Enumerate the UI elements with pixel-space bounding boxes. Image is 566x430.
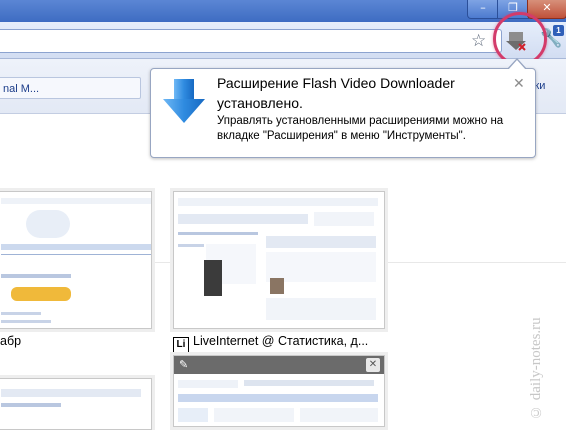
watermark: © daily-notes.ru xyxy=(528,317,544,420)
extension-installed-bubble: Расширение Flash Video Downloader устано… xyxy=(150,58,536,158)
bubble-close-button[interactable]: ✕ xyxy=(513,77,525,91)
bubble-title: Расширение Flash Video Downloader устано… xyxy=(217,75,455,111)
thumbnail-title-text: LiveInternet @ Статистика, д... xyxy=(193,334,369,348)
thumbnail-hover-bar: ✎ ✕ xyxy=(174,356,384,374)
address-bar[interactable]: ☆ xyxy=(0,29,502,53)
most-visited-thumbnail[interactable] xyxy=(0,378,152,430)
most-visited-thumbnail[interactable] xyxy=(173,191,385,329)
minimize-button[interactable]: – xyxy=(467,0,499,19)
thumbnail-title[interactable]: Li LiveInternet @ Статистика, д... xyxy=(173,333,368,353)
pin-icon[interactable]: ✎ xyxy=(179,358,188,371)
bookmark-item[interactable]: nal M... xyxy=(0,77,141,99)
thumbnail-title[interactable]: абр xyxy=(0,333,21,349)
window-titlebar: – ❐ ✕ xyxy=(0,0,566,22)
liveinternet-logo-icon: Li xyxy=(173,337,189,353)
most-visited-thumbnail[interactable]: ✎ ✕ xyxy=(173,355,385,427)
bubble-arrow-inner xyxy=(508,60,526,70)
remove-thumbnail-button[interactable]: ✕ xyxy=(366,358,380,372)
download-arrow-icon xyxy=(163,79,205,123)
most-visited-thumbnail[interactable] xyxy=(0,191,152,329)
update-badge: 1 xyxy=(553,25,564,36)
bookmark-star-icon[interactable]: ☆ xyxy=(471,32,486,50)
browser-toolbar: ☆ 🔧 1 xyxy=(0,22,566,59)
bubble-text: Управлять установленными расширениями мо… xyxy=(217,115,504,142)
